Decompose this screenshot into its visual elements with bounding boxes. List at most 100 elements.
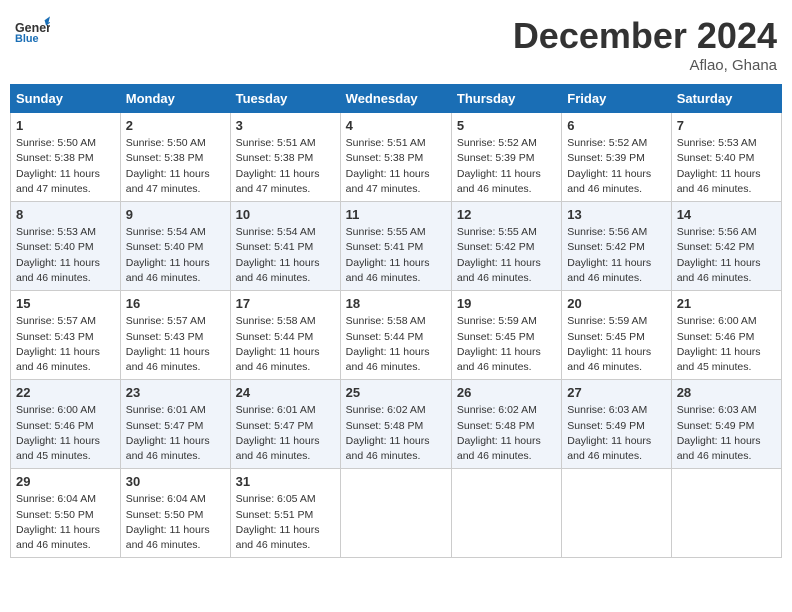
day-number: 2 <box>126 117 225 135</box>
calendar-day-header: Monday <box>120 85 230 113</box>
day-info: Sunrise: 5:54 AM Sunset: 5:41 PM Dayligh… <box>236 225 335 286</box>
calendar-cell: 27Sunrise: 6:03 AM Sunset: 5:49 PM Dayli… <box>562 380 671 469</box>
day-number: 8 <box>16 206 115 224</box>
day-info: Sunrise: 6:01 AM Sunset: 5:47 PM Dayligh… <box>236 403 335 464</box>
page-header: General Blue December 2024 Aflao, Ghana <box>10 10 782 74</box>
day-number: 10 <box>236 206 335 224</box>
calendar-cell: 20Sunrise: 5:59 AM Sunset: 5:45 PM Dayli… <box>562 291 671 380</box>
day-info: Sunrise: 5:51 AM Sunset: 5:38 PM Dayligh… <box>346 136 446 197</box>
calendar-cell: 15Sunrise: 5:57 AM Sunset: 5:43 PM Dayli… <box>11 291 121 380</box>
calendar-cell: 6Sunrise: 5:52 AM Sunset: 5:39 PM Daylig… <box>562 113 671 202</box>
calendar-cell: 1Sunrise: 5:50 AM Sunset: 5:38 PM Daylig… <box>11 113 121 202</box>
day-number: 30 <box>126 473 225 491</box>
day-info: Sunrise: 6:04 AM Sunset: 5:50 PM Dayligh… <box>16 492 115 553</box>
day-number: 26 <box>457 384 556 402</box>
day-info: Sunrise: 6:00 AM Sunset: 5:46 PM Dayligh… <box>16 403 115 464</box>
day-info: Sunrise: 5:57 AM Sunset: 5:43 PM Dayligh… <box>126 314 225 375</box>
calendar-cell: 8Sunrise: 5:53 AM Sunset: 5:40 PM Daylig… <box>11 202 121 291</box>
day-number: 1 <box>16 117 115 135</box>
calendar-cell: 19Sunrise: 5:59 AM Sunset: 5:45 PM Dayli… <box>451 291 561 380</box>
calendar-cell <box>451 469 561 558</box>
calendar-day-header: Friday <box>562 85 671 113</box>
day-number: 7 <box>677 117 776 135</box>
calendar-cell: 4Sunrise: 5:51 AM Sunset: 5:38 PM Daylig… <box>340 113 451 202</box>
day-number: 25 <box>346 384 446 402</box>
calendar-cell: 31Sunrise: 6:05 AM Sunset: 5:51 PM Dayli… <box>230 469 340 558</box>
day-number: 24 <box>236 384 335 402</box>
calendar-week-row: 1Sunrise: 5:50 AM Sunset: 5:38 PM Daylig… <box>11 113 782 202</box>
day-info: Sunrise: 5:57 AM Sunset: 5:43 PM Dayligh… <box>16 314 115 375</box>
day-number: 18 <box>346 295 446 313</box>
logo-icon: General Blue <box>15 15 50 45</box>
day-number: 4 <box>346 117 446 135</box>
day-number: 16 <box>126 295 225 313</box>
calendar-cell <box>671 469 781 558</box>
day-info: Sunrise: 6:02 AM Sunset: 5:48 PM Dayligh… <box>457 403 556 464</box>
calendar-cell: 21Sunrise: 6:00 AM Sunset: 5:46 PM Dayli… <box>671 291 781 380</box>
day-info: Sunrise: 5:59 AM Sunset: 5:45 PM Dayligh… <box>457 314 556 375</box>
day-number: 9 <box>126 206 225 224</box>
day-info: Sunrise: 5:50 AM Sunset: 5:38 PM Dayligh… <box>126 136 225 197</box>
day-number: 29 <box>16 473 115 491</box>
month-title: December 2024 <box>513 15 777 57</box>
calendar-cell: 29Sunrise: 6:04 AM Sunset: 5:50 PM Dayli… <box>11 469 121 558</box>
calendar-cell <box>562 469 671 558</box>
day-info: Sunrise: 6:00 AM Sunset: 5:46 PM Dayligh… <box>677 314 776 375</box>
day-info: Sunrise: 6:05 AM Sunset: 5:51 PM Dayligh… <box>236 492 335 553</box>
day-info: Sunrise: 5:56 AM Sunset: 5:42 PM Dayligh… <box>677 225 776 286</box>
day-info: Sunrise: 5:55 AM Sunset: 5:41 PM Dayligh… <box>346 225 446 286</box>
day-number: 22 <box>16 384 115 402</box>
calendar-week-row: 8Sunrise: 5:53 AM Sunset: 5:40 PM Daylig… <box>11 202 782 291</box>
calendar-day-header: Saturday <box>671 85 781 113</box>
calendar-cell: 3Sunrise: 5:51 AM Sunset: 5:38 PM Daylig… <box>230 113 340 202</box>
day-number: 21 <box>677 295 776 313</box>
calendar-cell: 13Sunrise: 5:56 AM Sunset: 5:42 PM Dayli… <box>562 202 671 291</box>
calendar-cell: 5Sunrise: 5:52 AM Sunset: 5:39 PM Daylig… <box>451 113 561 202</box>
day-info: Sunrise: 5:50 AM Sunset: 5:38 PM Dayligh… <box>16 136 115 197</box>
calendar-cell: 11Sunrise: 5:55 AM Sunset: 5:41 PM Dayli… <box>340 202 451 291</box>
day-number: 6 <box>567 117 665 135</box>
day-info: Sunrise: 5:55 AM Sunset: 5:42 PM Dayligh… <box>457 225 556 286</box>
day-info: Sunrise: 5:54 AM Sunset: 5:40 PM Dayligh… <box>126 225 225 286</box>
calendar-cell: 22Sunrise: 6:00 AM Sunset: 5:46 PM Dayli… <box>11 380 121 469</box>
calendar-cell: 23Sunrise: 6:01 AM Sunset: 5:47 PM Dayli… <box>120 380 230 469</box>
day-info: Sunrise: 6:04 AM Sunset: 5:50 PM Dayligh… <box>126 492 225 553</box>
calendar-cell: 7Sunrise: 5:53 AM Sunset: 5:40 PM Daylig… <box>671 113 781 202</box>
calendar-cell: 16Sunrise: 5:57 AM Sunset: 5:43 PM Dayli… <box>120 291 230 380</box>
day-number: 12 <box>457 206 556 224</box>
calendar-cell: 12Sunrise: 5:55 AM Sunset: 5:42 PM Dayli… <box>451 202 561 291</box>
location: Aflao, Ghana <box>513 57 777 74</box>
calendar-cell: 30Sunrise: 6:04 AM Sunset: 5:50 PM Dayli… <box>120 469 230 558</box>
day-info: Sunrise: 5:52 AM Sunset: 5:39 PM Dayligh… <box>567 136 665 197</box>
day-number: 27 <box>567 384 665 402</box>
day-number: 23 <box>126 384 225 402</box>
calendar-header-row: SundayMondayTuesdayWednesdayThursdayFrid… <box>11 85 782 113</box>
calendar-cell: 14Sunrise: 5:56 AM Sunset: 5:42 PM Dayli… <box>671 202 781 291</box>
day-number: 17 <box>236 295 335 313</box>
day-info: Sunrise: 6:01 AM Sunset: 5:47 PM Dayligh… <box>126 403 225 464</box>
calendar-cell: 26Sunrise: 6:02 AM Sunset: 5:48 PM Dayli… <box>451 380 561 469</box>
calendar-day-header: Wednesday <box>340 85 451 113</box>
calendar-day-header: Sunday <box>11 85 121 113</box>
calendar-cell: 9Sunrise: 5:54 AM Sunset: 5:40 PM Daylig… <box>120 202 230 291</box>
day-number: 5 <box>457 117 556 135</box>
calendar-week-row: 29Sunrise: 6:04 AM Sunset: 5:50 PM Dayli… <box>11 469 782 558</box>
calendar-cell: 25Sunrise: 6:02 AM Sunset: 5:48 PM Dayli… <box>340 380 451 469</box>
calendar-cell: 24Sunrise: 6:01 AM Sunset: 5:47 PM Dayli… <box>230 380 340 469</box>
day-info: Sunrise: 5:53 AM Sunset: 5:40 PM Dayligh… <box>16 225 115 286</box>
calendar-cell: 28Sunrise: 6:03 AM Sunset: 5:49 PM Dayli… <box>671 380 781 469</box>
day-number: 3 <box>236 117 335 135</box>
day-number: 13 <box>567 206 665 224</box>
calendar-cell: 18Sunrise: 5:58 AM Sunset: 5:44 PM Dayli… <box>340 291 451 380</box>
calendar-table: SundayMondayTuesdayWednesdayThursdayFrid… <box>10 84 782 558</box>
title-area: December 2024 Aflao, Ghana <box>513 15 777 74</box>
day-info: Sunrise: 6:03 AM Sunset: 5:49 PM Dayligh… <box>677 403 776 464</box>
day-info: Sunrise: 5:59 AM Sunset: 5:45 PM Dayligh… <box>567 314 665 375</box>
day-number: 31 <box>236 473 335 491</box>
day-number: 19 <box>457 295 556 313</box>
calendar-cell: 17Sunrise: 5:58 AM Sunset: 5:44 PM Dayli… <box>230 291 340 380</box>
calendar-cell: 10Sunrise: 5:54 AM Sunset: 5:41 PM Dayli… <box>230 202 340 291</box>
calendar-cell <box>340 469 451 558</box>
calendar-cell: 2Sunrise: 5:50 AM Sunset: 5:38 PM Daylig… <box>120 113 230 202</box>
day-info: Sunrise: 5:58 AM Sunset: 5:44 PM Dayligh… <box>236 314 335 375</box>
